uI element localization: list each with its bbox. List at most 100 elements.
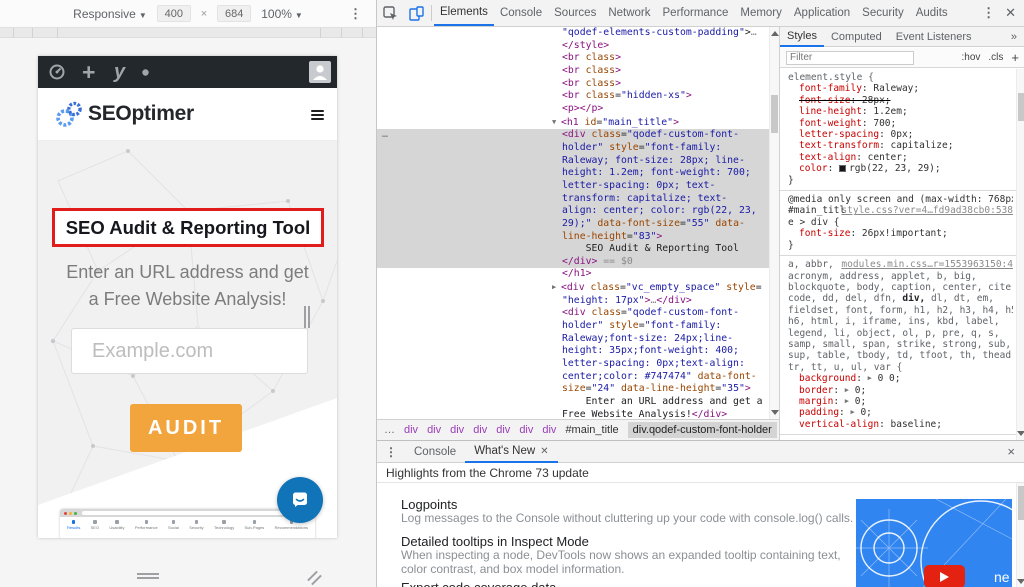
breadcrumb-item[interactable]: div: [519, 424, 533, 436]
gauge-icon[interactable]: [48, 56, 66, 88]
video-thumbnail[interactable]: ne: [856, 499, 1012, 587]
code-line[interactable]: <br class>: [377, 65, 769, 78]
scroll-down-icon[interactable]: [771, 410, 779, 415]
css-rule[interactable]: element.style {font-family: Raleway;font…: [780, 69, 1017, 191]
drawer-menu-icon[interactable]: ⋮: [377, 445, 405, 459]
tab-console[interactable]: Console: [494, 0, 548, 26]
code-line[interactable]: letter-spacing: 0px; text-: [377, 180, 769, 193]
code-line[interactable]: height: 1.2em; font-weight: 700;: [377, 167, 769, 180]
more-tabs-icon[interactable]: »: [1011, 31, 1024, 43]
youtube-play-button[interactable]: [924, 565, 965, 587]
url-input[interactable]: [71, 328, 308, 374]
viewport-height-input[interactable]: [217, 5, 251, 22]
viewport-width-input[interactable]: [157, 5, 191, 22]
stylesheet-link[interactable]: style.css?ver=4…fd9ad38cb0:538: [841, 205, 1013, 216]
resize-handle-bottom[interactable]: [137, 577, 159, 579]
resize-handle-bottom[interactable]: [137, 573, 159, 575]
breadcrumb-item[interactable]: div: [473, 424, 487, 436]
tab-security[interactable]: Security: [856, 0, 910, 26]
avatar[interactable]: [309, 61, 331, 83]
audit-button[interactable]: AUDIT: [130, 404, 242, 452]
code-line[interactable]: SEO Audit & Reporting Tool: [377, 243, 769, 256]
code-line[interactable]: <div class="qodef-custom-font-: [377, 307, 769, 320]
hamburger-menu-icon[interactable]: [311, 110, 324, 122]
tab-elements[interactable]: Elements: [434, 0, 494, 26]
scroll-down-icon[interactable]: [1017, 431, 1024, 436]
drawer-scrollbar[interactable]: [1016, 483, 1024, 587]
toggle-hover-state-button[interactable]: :hov: [962, 52, 981, 63]
breadcrumb-item[interactable]: #main_title: [565, 424, 618, 436]
code-line[interactable]: ▶<div class="vc_empty_space" style=: [377, 281, 769, 295]
breadcrumb-item[interactable]: div: [450, 424, 464, 436]
drawer-close-icon[interactable]: ×: [1007, 444, 1024, 459]
tab-styles[interactable]: Styles: [780, 27, 824, 47]
breadcrumb-item[interactable]: …: [384, 424, 395, 436]
whats-new-item-title[interactable]: Logpoints: [401, 497, 457, 512]
styles-filter-input[interactable]: [786, 51, 914, 65]
code-line[interactable]: line-height="83">: [377, 231, 769, 244]
scroll-up-icon[interactable]: [771, 31, 779, 36]
brand-name[interactable]: SEOptimer: [88, 102, 194, 126]
code-line[interactable]: </div> == $0: [377, 256, 769, 269]
breadcrumb-item[interactable]: div: [496, 424, 510, 436]
code-line[interactable]: 29);" data-font-size="55" data-: [377, 218, 769, 231]
scrollbar-thumb[interactable]: [1018, 93, 1024, 121]
seoptimer-logo-icon[interactable]: [54, 99, 84, 134]
code-line[interactable]: transform: capitalize; text-: [377, 193, 769, 206]
code-line[interactable]: <br class>: [377, 52, 769, 65]
code-line[interactable]: align: center; color: rgb(22, 23,: [377, 205, 769, 218]
toggle-device-toolbar-icon[interactable]: [403, 0, 429, 26]
code-line[interactable]: <p></p>: [377, 103, 769, 116]
expand-arrow-icon[interactable]: ▶: [552, 281, 561, 294]
media-query-strip[interactable]: [0, 28, 376, 38]
resize-handle-right[interactable]: [304, 306, 306, 328]
code-line[interactable]: Enter an URL address and get a: [377, 396, 769, 409]
tab-performance[interactable]: Performance: [657, 0, 735, 26]
devtools-menu-icon[interactable]: ⋮: [982, 5, 995, 21]
code-line[interactable]: <br class="hidden-xs">: [377, 90, 769, 103]
new-content-plus-icon[interactable]: +: [82, 56, 95, 88]
close-whats-new-tab-icon[interactable]: ✕: [540, 446, 548, 457]
device-type-select[interactable]: Responsive▼: [73, 7, 147, 21]
code-line[interactable]: …<div class="qodef-custom-font-: [377, 129, 769, 142]
stylesheet-link[interactable]: modules.min.css…r=1553963150:4: [841, 259, 1013, 270]
breadcrumb-item[interactable]: div: [542, 424, 556, 436]
code-line[interactable]: letter-spacing: 0px;text-align:: [377, 358, 769, 371]
tab-computed[interactable]: Computed: [824, 27, 889, 47]
color-swatch[interactable]: [839, 165, 846, 172]
resize-handle-right[interactable]: [308, 306, 310, 328]
code-line[interactable]: </style>: [377, 40, 769, 53]
scrollbar-thumb[interactable]: [771, 95, 778, 133]
tab-network[interactable]: Network: [602, 0, 656, 26]
expand-arrow-icon[interactable]: ▼: [552, 116, 561, 129]
tab-application[interactable]: Application: [788, 0, 856, 26]
whats-new-item-title[interactable]: Detailed tooltips in Inspect Mode: [401, 534, 589, 549]
tab-audits[interactable]: Audits: [910, 0, 954, 26]
code-line[interactable]: ▼<h1 id="main_title">: [377, 116, 769, 130]
code-line[interactable]: Free Website Analysis!</div>: [377, 409, 769, 419]
breadcrumb-item[interactable]: div: [427, 424, 441, 436]
toggle-classes-button[interactable]: .cls: [988, 52, 1003, 63]
hidden-elements-marker[interactable]: …: [382, 129, 388, 142]
yoast-seo-icon[interactable]: y: [114, 56, 125, 88]
breadcrumb-item[interactable]: div.qodef-custom-font-holder: [628, 422, 777, 438]
tab-event-listeners[interactable]: Event Listeners: [889, 27, 979, 47]
code-line[interactable]: center;color: #747474" data-font-: [377, 371, 769, 384]
tab-console[interactable]: Console: [405, 441, 465, 463]
code-line[interactable]: holder" style="font-family:: [377, 142, 769, 155]
device-toolbar-menu-icon[interactable]: ⋮: [349, 6, 362, 22]
new-style-rule-icon[interactable]: +: [1011, 50, 1019, 65]
css-rule[interactable]: modules.min.css…r=1553963150:4a, abbr,ac…: [780, 256, 1017, 435]
elements-scrollbar[interactable]: [769, 27, 779, 419]
code-line[interactable]: Raleway;font-size: 24px;line-: [377, 333, 769, 346]
tab-whats-new[interactable]: What's New✕: [465, 441, 557, 463]
tab-memory[interactable]: Memory: [734, 0, 788, 26]
code-line[interactable]: <br class>: [377, 78, 769, 91]
scroll-down-icon[interactable]: [1017, 579, 1024, 584]
css-rule[interactable]: @media only screen and (max-width: 768px…: [780, 191, 1017, 256]
code-line[interactable]: Raleway; font-size: 28px; line-: [377, 155, 769, 168]
code-line[interactable]: size="24" data-line-height="35">: [377, 383, 769, 396]
breadcrumb-item[interactable]: div: [404, 424, 418, 436]
tab-sources[interactable]: Sources: [548, 0, 602, 26]
whats-new-item-title[interactable]: Export code coverage data: [401, 580, 556, 587]
